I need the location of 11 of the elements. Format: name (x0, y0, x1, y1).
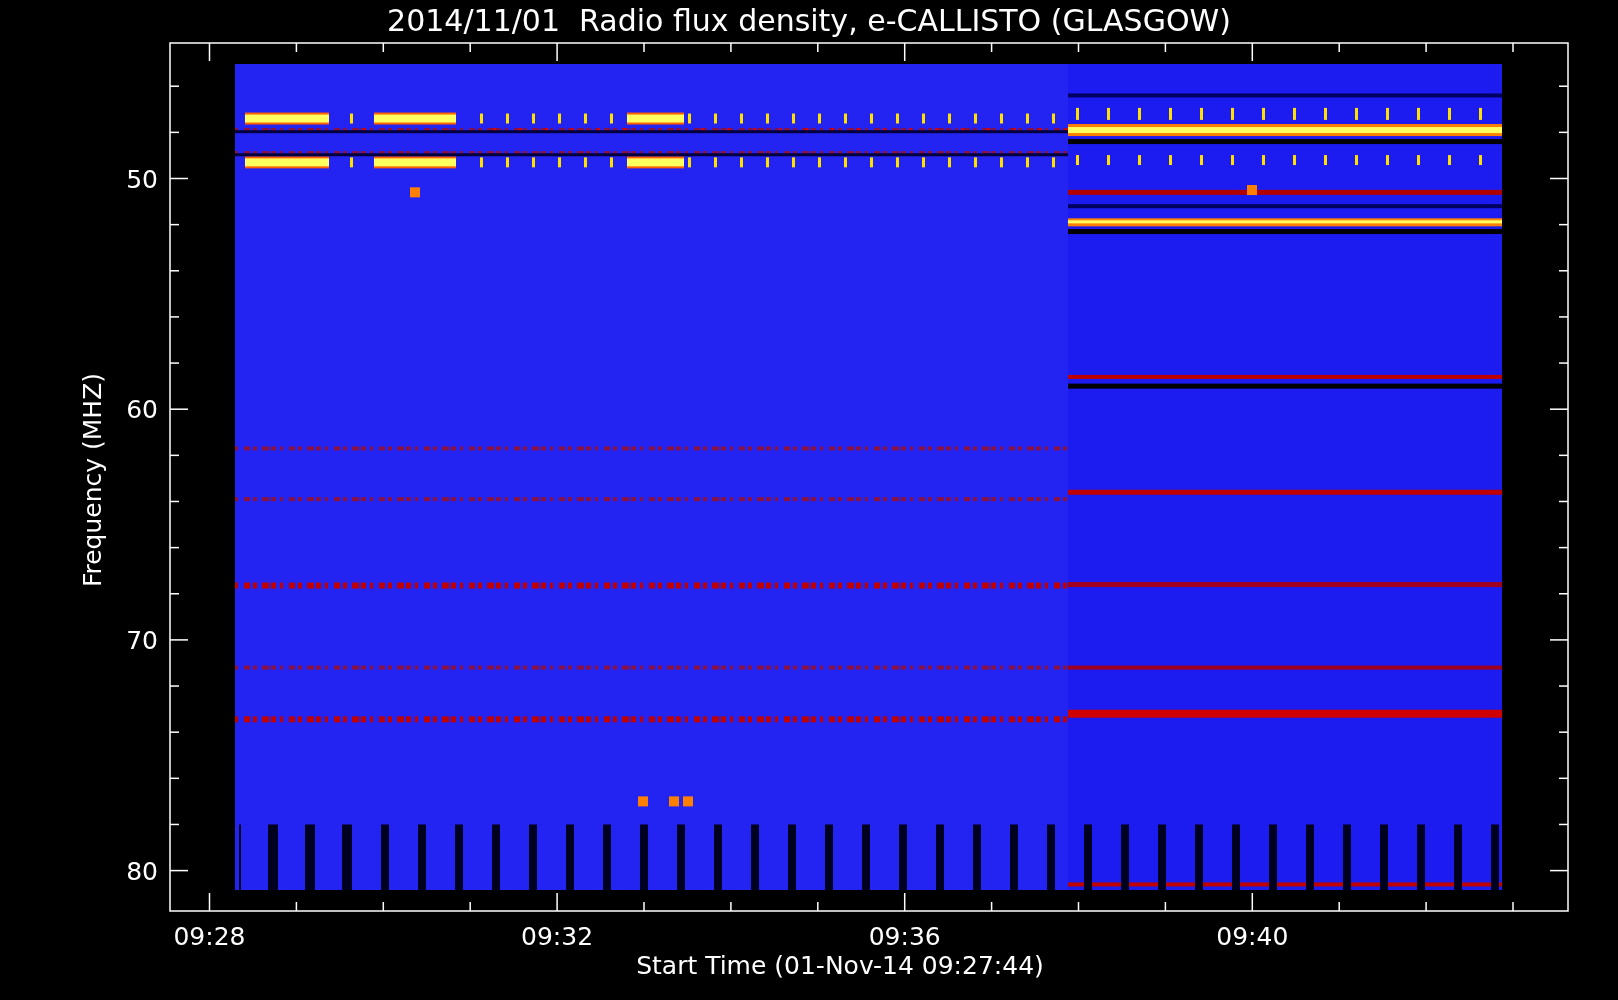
tick-label: 60 (126, 395, 158, 425)
plot-title: 2014/11/01 Radio flux density, e-CALLISTO (GLASGOW) (387, 3, 1231, 38)
axis-label: Frequency (MHZ) (78, 372, 107, 588)
tick-label: 70 (126, 625, 158, 655)
axis-label: Start Time (01-Nov-14 09:27:44) (636, 951, 1044, 980)
tick-label: 09:40 (1216, 922, 1289, 951)
tick-label: 09:32 (521, 922, 594, 951)
tick-label: 09:36 (868, 922, 941, 951)
tick-label: 09:28 (173, 922, 246, 951)
tick-label: 80 (126, 856, 158, 886)
tick-label: 50 (126, 164, 158, 194)
